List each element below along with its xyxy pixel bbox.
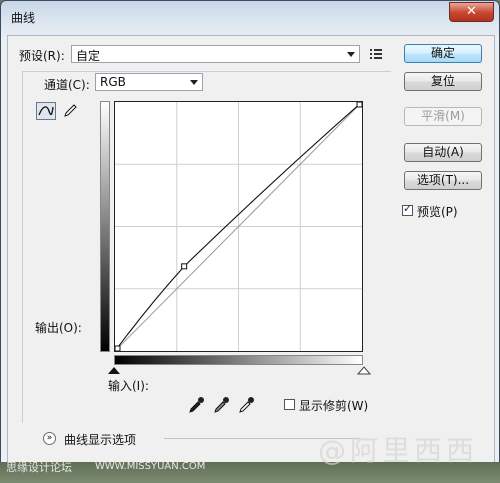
show-clipping-label[interactable]: 显示修剪(W) [299, 397, 368, 414]
title-bar[interactable]: 曲线 ✕ [1, 1, 499, 35]
curve-control-point[interactable] [114, 345, 121, 352]
preset-menu-icon[interactable] [369, 47, 385, 61]
preview-label[interactable]: 预览(P) [417, 203, 458, 220]
channel-value: RGB [100, 75, 126, 89]
pencil-tool-button[interactable] [61, 102, 81, 120]
curves-dialog: 曲线 ✕ 预设(R): 自定 确定 复位 平滑(M) 自动(A) 选项(T)..… [0, 0, 500, 483]
watermark-site-cn: 思缘设计论坛 [6, 461, 72, 474]
gray-eyedropper-icon[interactable] [212, 396, 230, 414]
preset-dropdown[interactable]: 自定 [71, 45, 360, 63]
curve-plot[interactable] [114, 101, 363, 352]
expand-chevron-icon[interactable]: » [43, 432, 56, 445]
preset-label: 预设(R): [19, 49, 65, 63]
curve-control-point[interactable] [356, 101, 363, 108]
window-title: 曲线 [11, 11, 36, 25]
curve-display-options-label[interactable]: 曲线显示选项 [64, 431, 136, 448]
output-label: 输出(O): [35, 321, 82, 335]
watermark-logo: @阿里西西 [318, 434, 479, 467]
preview-checkbox[interactable] [402, 202, 413, 216]
output-gradient-bar [100, 101, 110, 352]
input-label: 输入(I): [108, 379, 149, 393]
black-point-slider[interactable] [107, 366, 121, 375]
reset-button[interactable]: 复位 [404, 72, 482, 91]
auto-button[interactable]: 自动(A) [404, 143, 482, 162]
curve-tool-button[interactable] [36, 102, 56, 120]
channel-dropdown[interactable]: RGB [95, 73, 203, 91]
close-button[interactable]: ✕ [449, 2, 494, 22]
preset-value: 自定 [76, 49, 101, 63]
watermark-url: WWW.MISSYUAN.COM [95, 461, 206, 472]
smooth-button[interactable]: 平滑(M) [404, 107, 482, 126]
curve-tool-icon [38, 106, 54, 116]
options-button[interactable]: 选项(T)... [404, 171, 482, 190]
white-eyedropper-icon[interactable] [237, 396, 255, 414]
chevron-down-icon [190, 80, 198, 85]
pencil-tool-icon [64, 104, 77, 117]
chevron-down-icon [347, 52, 355, 57]
black-eyedropper-icon[interactable] [187, 396, 205, 414]
group-border-top [22, 71, 391, 72]
ok-button[interactable]: 确定 [404, 44, 482, 63]
input-gradient-bar [114, 355, 363, 365]
curve-graph[interactable] [114, 101, 363, 352]
white-point-slider[interactable] [357, 366, 371, 375]
close-icon: ✕ [466, 4, 477, 19]
curve-control-point[interactable] [181, 263, 188, 270]
show-clipping-checkbox[interactable] [284, 399, 295, 410]
channel-label: 通道(C): [44, 78, 90, 92]
group-border-left [22, 71, 23, 423]
